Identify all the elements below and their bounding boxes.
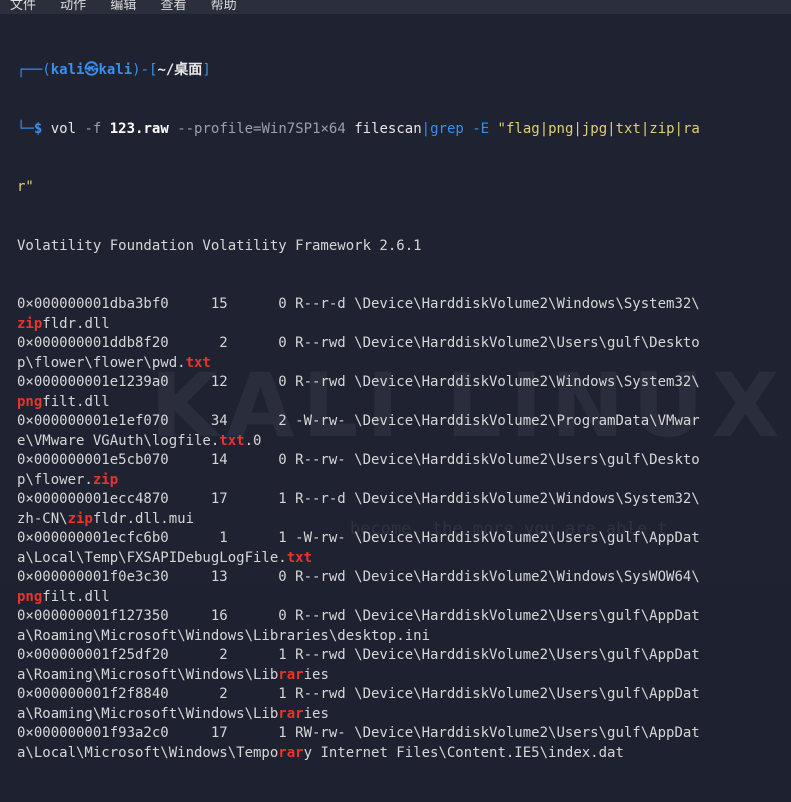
match-highlight: txt xyxy=(219,432,245,449)
match-highlight: txt xyxy=(286,549,313,566)
command-line: └─$ vol -f 123.raw --profile=Win7SP1×64 … xyxy=(17,120,700,137)
command-profile: --profile=Win7SP1×64 xyxy=(177,120,346,137)
output-text: a\Roaming\Microsoft\Windows\Lib xyxy=(17,705,279,722)
command-plugin: filescan xyxy=(354,120,422,137)
output-line: p\flower\flower\pwd.txt xyxy=(17,354,791,374)
menu-view[interactable]: 查看 xyxy=(160,0,186,13)
output-line: 0×000000001ecc4870 17 1 R--r-d \Device\H… xyxy=(17,490,791,510)
output-line: 0×000000001f25df20 2 1 R--rwd \Device\Ha… xyxy=(17,646,791,666)
match-highlight: png xyxy=(17,588,43,605)
output-text: 0×000000001e1239a0 12 0 R--rwd \Device\H… xyxy=(17,374,700,390)
output-text: a\Local\Temp\FXSAPIDebugLogFile. xyxy=(17,549,287,566)
output-text: y Internet Files\Content.IE5\index.dat xyxy=(303,744,624,761)
output-line: a\Local\Microsoft\Windows\Temporary Inte… xyxy=(17,744,791,764)
output-text: a\Local\Microsoft\Windows\Tempo xyxy=(17,744,279,761)
output-line: e\VMware VGAuth\logfile.txt.0 xyxy=(17,432,791,452)
output-line: 0×000000001ddb8f20 2 0 R--rwd \Device\Ha… xyxy=(17,334,791,354)
prompt-path: ~/桌面 xyxy=(157,62,203,78)
output-text: 0×000000001ddb8f20 2 0 R--rwd \Device\Ha… xyxy=(17,335,700,351)
output-text: p\flower. xyxy=(17,471,93,488)
command-grep: grep -E xyxy=(430,120,490,137)
output-line: pngfilt.dll xyxy=(17,588,791,608)
output-line: 0×000000001f93a2c0 17 1 RW-rw- \Device\H… xyxy=(17,724,791,744)
output-text: fldr.dll.mui xyxy=(92,510,195,527)
match-highlight: png xyxy=(17,393,43,410)
output-line: 0×000000001e1239a0 12 0 R--rwd \Device\H… xyxy=(17,373,791,393)
menu-file[interactable]: 文件 xyxy=(10,0,36,13)
output-text: .0 xyxy=(244,432,262,449)
output-line: zh-CN\zipfldr.dll.mui xyxy=(17,510,791,530)
match-highlight: txt xyxy=(185,354,211,371)
output-text: 0×000000001e5cb070 14 0 R--rw- \Device\H… xyxy=(17,452,700,468)
menu-help[interactable]: 帮助 xyxy=(211,0,237,13)
match-highlight: zip xyxy=(92,471,119,488)
output-text: 0×000000001f2f8840 2 1 R--rwd \Device\Ha… xyxy=(17,686,700,702)
output-text: zh-CN\ xyxy=(17,510,68,527)
match-highlight: zip xyxy=(67,510,93,527)
prompt-at-symbol: ㉿ xyxy=(84,62,99,78)
output-line: p\flower.zip xyxy=(17,471,791,491)
menu-action[interactable]: 动作 xyxy=(60,0,86,13)
command-pattern-end: r" xyxy=(17,179,34,195)
menu-edit[interactable]: 编辑 xyxy=(110,0,136,13)
output-text: fldr.dll xyxy=(42,315,110,332)
output-line: 0×000000001ecfc6b0 1 1 -W-rw- \Device\Ha… xyxy=(17,529,791,549)
output-text: a\Roaming\Microsoft\Windows\Libraries\de… xyxy=(17,627,431,644)
match-highlight: zip xyxy=(17,315,43,332)
output-text: 0×000000001ecfc6b0 1 1 -W-rw- \Device\Ha… xyxy=(17,530,700,546)
output-line: 0×000000001e1ef070 34 2 -W-rw- \Device\H… xyxy=(17,412,791,432)
output-text: 0×000000001f25df20 2 1 R--rwd \Device\Ha… xyxy=(17,647,700,663)
output-line: 0×000000001f2f8840 2 1 R--rwd \Device\Ha… xyxy=(17,685,791,705)
output-line: zipfldr.dll xyxy=(17,315,791,335)
output-text: 0×000000001f93a2c0 17 1 RW-rw- \Device\H… xyxy=(17,725,700,741)
output-text: 0×000000001ecc4870 17 1 R--r-d \Device\H… xyxy=(17,491,700,507)
command-file: 123.raw xyxy=(109,120,169,137)
prompt-user: kali xyxy=(50,62,85,78)
output-text: p\flower\flower\pwd. xyxy=(17,354,186,371)
output-text: e\VMware VGAuth\logfile. xyxy=(17,432,220,449)
output-line: a\Roaming\Microsoft\Windows\Libraries xyxy=(17,705,791,725)
match-highlight: rar xyxy=(278,705,304,722)
output-text: ies xyxy=(303,666,329,683)
output-line: a\Roaming\Microsoft\Windows\Libraries xyxy=(17,666,791,686)
output-text: ies xyxy=(303,705,329,722)
prompt-header: ┌──(kali㉿kali)-[~/桌面] xyxy=(17,62,211,78)
command-exe: vol xyxy=(50,120,77,137)
output-text: 0×000000001f127350 16 0 R--rwd \Device\H… xyxy=(17,608,700,624)
output-line: 0×000000001f0e3c30 13 0 R--rwd \Device\H… xyxy=(17,568,791,588)
output-line: pngfilt.dll xyxy=(17,393,791,413)
command-flag: -f xyxy=(84,120,102,137)
terminal-area[interactable]: KALI LINUX become, the more you are able… xyxy=(0,14,791,761)
match-highlight: rar xyxy=(278,666,304,683)
banner-line: Volatility Foundation Volatility Framewo… xyxy=(17,237,422,254)
output-line: a\Local\Temp\FXSAPIDebugLogFile.txt xyxy=(17,549,791,569)
command-pattern: "flag|png|jpg|txt|zip|ra xyxy=(497,120,700,137)
terminal-output: ┌──(kali㉿kali)-[~/桌面] └─$ vol -f 123.raw… xyxy=(17,22,791,802)
menu-bar: 文件 动作 编辑 查看 帮助 xyxy=(0,0,791,14)
filescan-results: 0×000000001dba3bf0 15 0 R--r-d \Device\H… xyxy=(17,295,791,763)
output-text: 0×000000001e1ef070 34 2 -W-rw- \Device\H… xyxy=(17,413,700,429)
output-text: a\Roaming\Microsoft\Windows\Lib xyxy=(17,666,279,683)
output-line: 0×000000001f127350 16 0 R--rwd \Device\H… xyxy=(17,607,791,627)
output-line: 0×000000001dba3bf0 15 0 R--r-d \Device\H… xyxy=(17,295,791,315)
output-text: filt.dll xyxy=(42,393,110,410)
prompt-host: kali xyxy=(98,62,133,78)
match-highlight: rar xyxy=(278,744,304,761)
command-line-wrap: r" xyxy=(17,178,791,198)
output-text: 0×000000001dba3bf0 15 0 R--r-d \Device\H… xyxy=(17,296,700,312)
output-text: filt.dll xyxy=(42,588,110,605)
output-line: a\Roaming\Microsoft\Windows\Libraries\de… xyxy=(17,627,791,647)
output-line: 0×000000001e5cb070 14 0 R--rw- \Device\H… xyxy=(17,451,791,471)
command-pipe: | xyxy=(421,120,431,137)
